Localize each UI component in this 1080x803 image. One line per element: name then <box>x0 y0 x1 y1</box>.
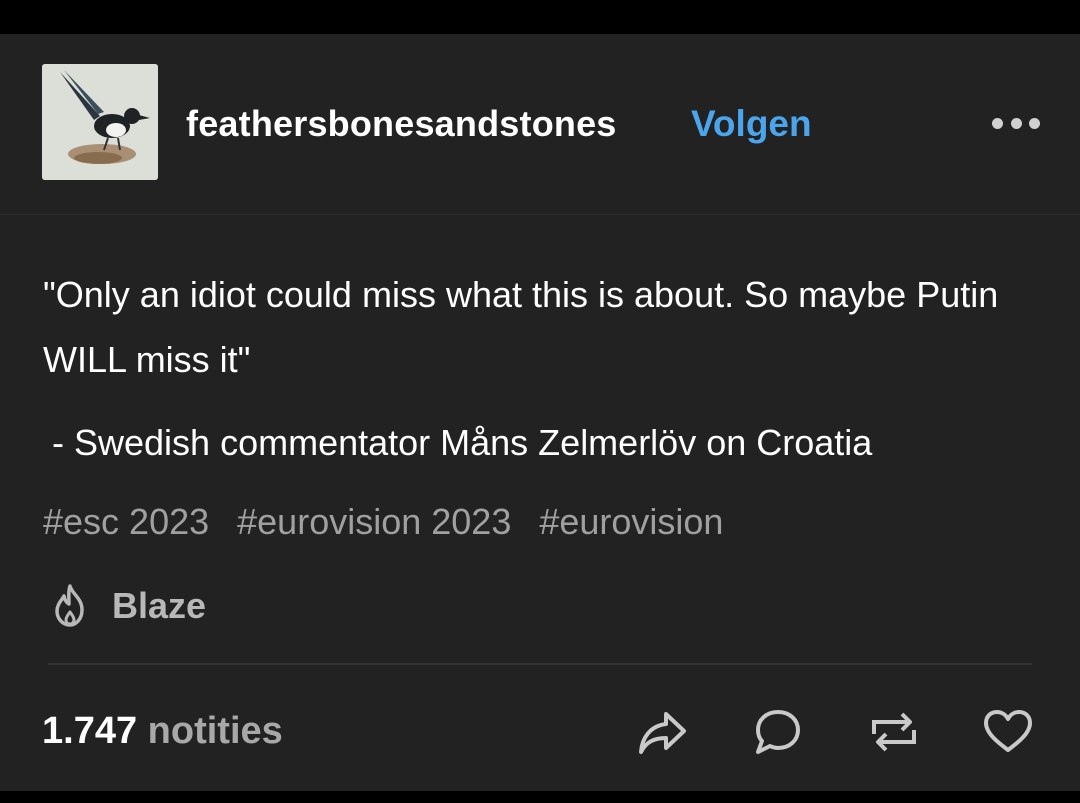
follow-button[interactable]: Volgen <box>691 102 812 146</box>
tag[interactable]: #eurovision 2023 <box>237 498 511 546</box>
tag-list: #esc 2023 #eurovision 2023 #eurovision <box>43 498 751 546</box>
more-dot <box>1029 117 1040 129</box>
notes-label: notities <box>147 710 283 752</box>
post-card: feathersbonesandstones Volgen "Only an i… <box>0 34 1080 791</box>
reblog-icon[interactable] <box>866 704 922 760</box>
more-icon[interactable] <box>992 110 1040 136</box>
heart-icon[interactable] <box>980 704 1036 760</box>
tag[interactable]: #eurovision <box>539 498 723 546</box>
flame-icon <box>55 584 84 627</box>
reply-icon[interactable] <box>750 704 806 760</box>
magpie-avatar-image <box>42 64 158 180</box>
username[interactable]: feathersbonesandstones <box>186 102 617 146</box>
more-dot <box>1010 117 1022 129</box>
more-dot <box>992 117 1003 129</box>
post-attribution: - Swedish commentator Måns Zelmerlöv on … <box>52 422 873 463</box>
notes-count[interactable]: 1.747 notities <box>42 708 283 754</box>
avatar[interactable] <box>42 64 158 180</box>
tag[interactable]: #esc 2023 <box>43 498 209 546</box>
post-header: feathersbonesandstones Volgen <box>0 34 1080 215</box>
post-quote: "Only an idiot could miss what this is a… <box>43 274 999 380</box>
share-icon[interactable] <box>634 704 690 760</box>
blaze-button[interactable]: Blaze <box>46 582 206 630</box>
divider <box>48 663 1032 665</box>
blaze-label: Blaze <box>112 585 207 626</box>
notes-number: 1.747 <box>42 710 138 752</box>
